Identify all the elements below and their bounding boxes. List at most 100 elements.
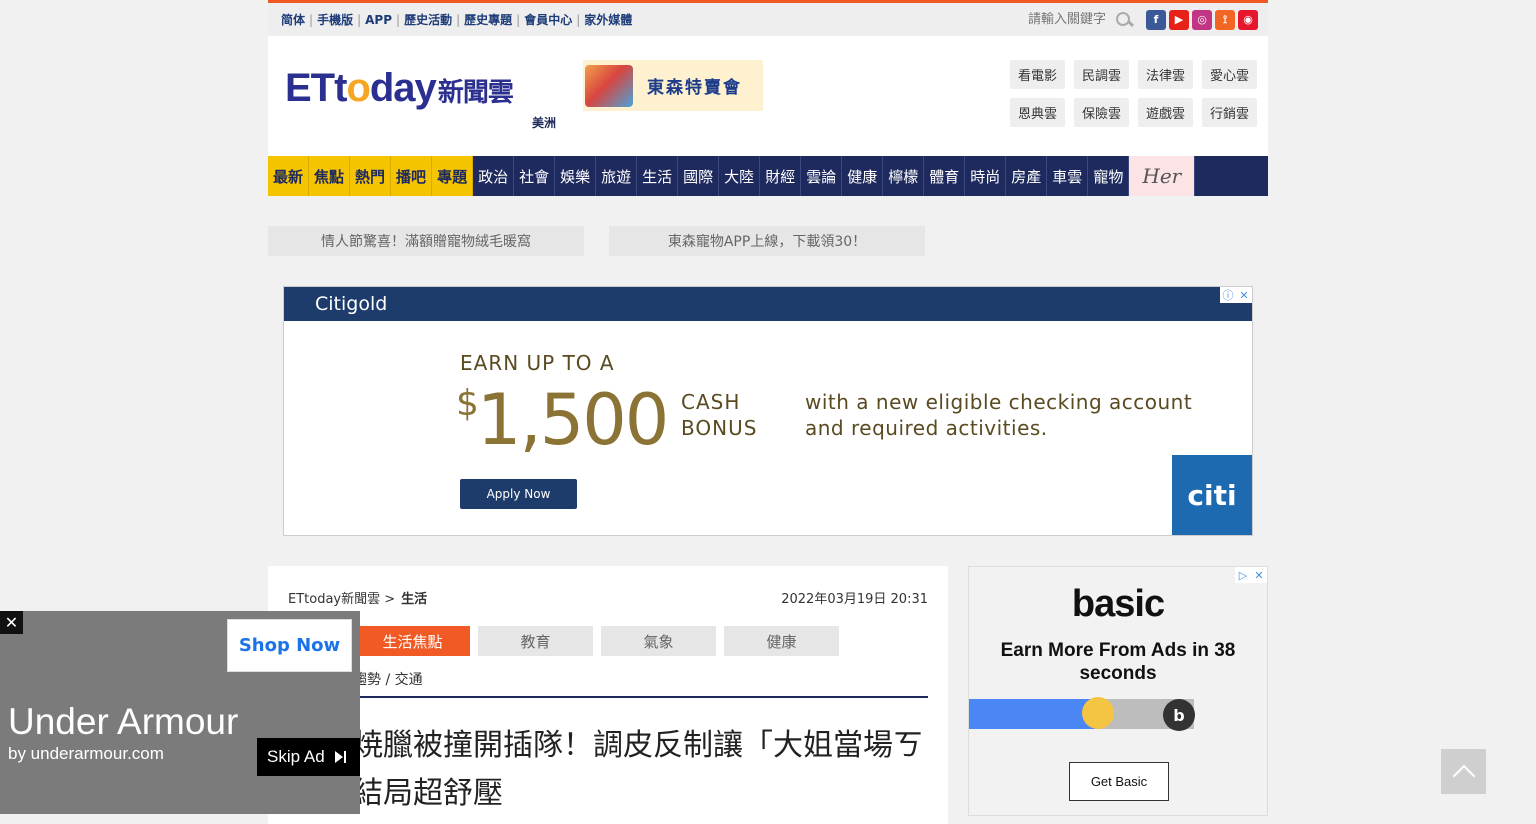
top-link[interactable]: 歷史專題 (464, 11, 512, 28)
citi-earn-text: EARN UP TO A (460, 351, 615, 375)
tab-health[interactable]: 健康 (724, 626, 839, 656)
cloud-link[interactable]: 愛心雲 (1202, 60, 1257, 89)
breadcrumb: ETtoday新聞雲 > 生活 (288, 588, 427, 607)
ad-close-icon[interactable]: ✕ (1236, 287, 1252, 303)
nav-item-her[interactable]: Her (1129, 156, 1196, 196)
main-nav: 最新 焦點 熱門 播吧 專題 政治 社會 娛樂 旅遊 生活 國際 大陸 財經 雲論 健康 檸檬 體育 時尚 房產 車雲… (268, 156, 1268, 196)
nav-item-highlight[interactable]: 最新 (268, 156, 310, 196)
section-tabs: 生活焦點 教育 氣象 健康 (355, 626, 839, 656)
ad-badge: ▷ ✕ (1235, 567, 1267, 583)
breadcrumb-section[interactable]: 生活 (401, 592, 427, 607)
link-separator: | (516, 12, 521, 27)
cloud-link[interactable]: 遊戲雲 (1138, 98, 1193, 127)
site-logo[interactable]: ETtoday新聞雲 (285, 66, 514, 111)
facebook-icon[interactable]: f (1146, 9, 1166, 30)
cloud-link[interactable]: 恩典雲 (1010, 98, 1065, 127)
citi-ad[interactable]: Citigold ⓘ ✕ EARN UP TO A $1,500 CASH BON… (283, 286, 1253, 536)
shop-now-button[interactable]: Shop Now (227, 619, 352, 672)
logo-cloud-text: 新聞雲 (437, 77, 514, 107)
nav-item[interactable]: 健康 (842, 156, 884, 196)
video-ad-overlay[interactable]: ✕ Shop Now Under Armour by underarmour.c… (0, 611, 360, 814)
nav-item-highlight[interactable]: 專題 (432, 156, 474, 196)
citi-bonus-line-2: BONUS (681, 416, 758, 440)
skip-ad-label: Skip Ad (267, 747, 325, 766)
promo-image (585, 64, 633, 107)
breadcrumb-home[interactable]: ETtoday新聞雲 > (288, 592, 395, 607)
nav-item-highlight[interactable]: 熱門 (350, 156, 392, 196)
article-date: 2022年03月19日 20:31 (781, 592, 928, 607)
promo-banner[interactable]: 東森特賣會 (583, 60, 763, 111)
top-link[interactable]: 家外媒體 (584, 11, 632, 28)
nav-item[interactable]: 大陸 (719, 156, 761, 196)
page-wrapper: 简体|手機版|APP|歷史活動|歷史專題|會員中心|家外媒體 f▶◎⟟◉ ETt… (268, 0, 1268, 156)
nav-item[interactable]: 社會 (514, 156, 556, 196)
basic-ad[interactable]: ▷ ✕ basic Earn More From Ads in 38 secon… (968, 566, 1268, 816)
nav-item-highlight[interactable]: 焦點 (309, 156, 351, 196)
logo-text-o: o (346, 66, 370, 110)
top-link[interactable]: 會員中心 (524, 11, 572, 28)
top-links: 简体 | 手機版 | APP | 歷史活動 | 歷史專題 | 會員中心 | 家外媒體 (281, 11, 632, 28)
promo-link-1[interactable]: 情人節驚喜！滿額贈寵物絨毛暖窩 (268, 226, 584, 256)
search-input[interactable] (1028, 12, 1114, 27)
logo-text-a: ETt (285, 66, 347, 110)
tab-education[interactable]: 教育 (478, 626, 593, 656)
close-icon[interactable]: ✕ (0, 611, 23, 634)
citi-description: with a new eligible checking account and… (805, 390, 1193, 440)
ad-close-icon[interactable]: ✕ (1251, 567, 1267, 583)
tab-weather[interactable]: 氣象 (601, 626, 716, 656)
cloud-link[interactable]: 法律雲 (1138, 60, 1193, 89)
nav-item[interactable]: 時尚 (965, 156, 1007, 196)
cloud-link[interactable]: 保險雲 (1074, 98, 1129, 127)
skip-ad-button[interactable]: Skip Ad (257, 738, 360, 776)
article-panel: ETtoday新聞雲 > 生活 2022年03月19日 20:31 生活焦點 教育… (268, 566, 983, 824)
nav-item[interactable]: 雲論 (801, 156, 843, 196)
search-icon[interactable] (1114, 10, 1134, 30)
nav-item[interactable]: 檸檬 (883, 156, 925, 196)
nav-item[interactable]: 旅遊 (596, 156, 638, 196)
logo-region: 美洲 (532, 116, 557, 130)
ua-title: Under Armour (8, 701, 239, 742)
top-link[interactable]: 手機版 (317, 11, 353, 28)
cloud-link[interactable]: 行銷雲 (1202, 98, 1257, 127)
basic-tagline: Earn More From Ads in 38 seconds (1000, 640, 1236, 684)
nav-item[interactable]: 車雲 (1047, 156, 1089, 196)
nav-item[interactable]: 房產 (1006, 156, 1048, 196)
citi-header: Citigold (284, 287, 1252, 321)
skip-icon (335, 751, 346, 763)
top-link[interactable]: APP (365, 13, 392, 27)
ad-info-icon[interactable]: ⓘ (1220, 287, 1236, 303)
rss-icon[interactable]: ⟟ (1215, 9, 1235, 30)
apply-now-button[interactable]: Apply Now (460, 479, 577, 509)
promo-links: 情人節驚喜！滿額贈寵物絨毛暖窩 東森寵物APP上線，下載領30！ (268, 226, 1268, 256)
get-basic-button[interactable]: Get Basic (1069, 762, 1169, 801)
cloud-link[interactable]: 民調雲 (1074, 60, 1129, 89)
top-link[interactable]: 简体 (281, 11, 305, 28)
nav-item-highlight[interactable]: 播吧 (391, 156, 433, 196)
nav-item[interactable]: 生活 (637, 156, 679, 196)
promo-link-2[interactable]: 東森寵物APP上線，下載領30！ (609, 226, 925, 256)
tab-life-focus[interactable]: 生活焦點 (355, 626, 470, 656)
logo-text-b: day (369, 66, 437, 110)
top-link[interactable]: 歷史活動 (404, 11, 452, 28)
weibo-icon[interactable]: ◉ (1238, 9, 1258, 30)
instagram-icon[interactable]: ◎ (1192, 9, 1212, 30)
link-separator: | (396, 12, 401, 27)
subtopics[interactable]: 趨勢 / 交通 (353, 669, 423, 689)
nav-item[interactable]: 財經 (760, 156, 802, 196)
link-separator: | (456, 12, 461, 27)
cloud-link[interactable]: 看電影 (1010, 60, 1065, 89)
nav-item[interactable]: 國際 (678, 156, 720, 196)
basic-progress-knob (1082, 697, 1114, 729)
citi-logo: citi (1172, 455, 1252, 535)
back-to-top-button[interactable] (1441, 749, 1486, 794)
nav-item[interactable]: 娛樂 (555, 156, 597, 196)
site-header: ETtoday新聞雲 東森特賣會 看電影 民調雲 法律雲 愛心雲恩典雲 保險雲 遊戲雲 行銷… (268, 36, 1268, 156)
promo-text: 東森特賣會 (647, 78, 742, 98)
social-links: f ▶ ◎ ⟟ ◉ (1146, 9, 1258, 30)
nav-item[interactable]: 政治 (473, 156, 515, 196)
nav-item[interactable]: 體育 (924, 156, 966, 196)
ad-choices-icon[interactable]: ▷ (1235, 567, 1251, 583)
youtube-icon[interactable]: ▶ (1169, 9, 1189, 30)
nav-item[interactable]: 寵物 (1088, 156, 1130, 196)
link-separator: | (357, 12, 362, 27)
